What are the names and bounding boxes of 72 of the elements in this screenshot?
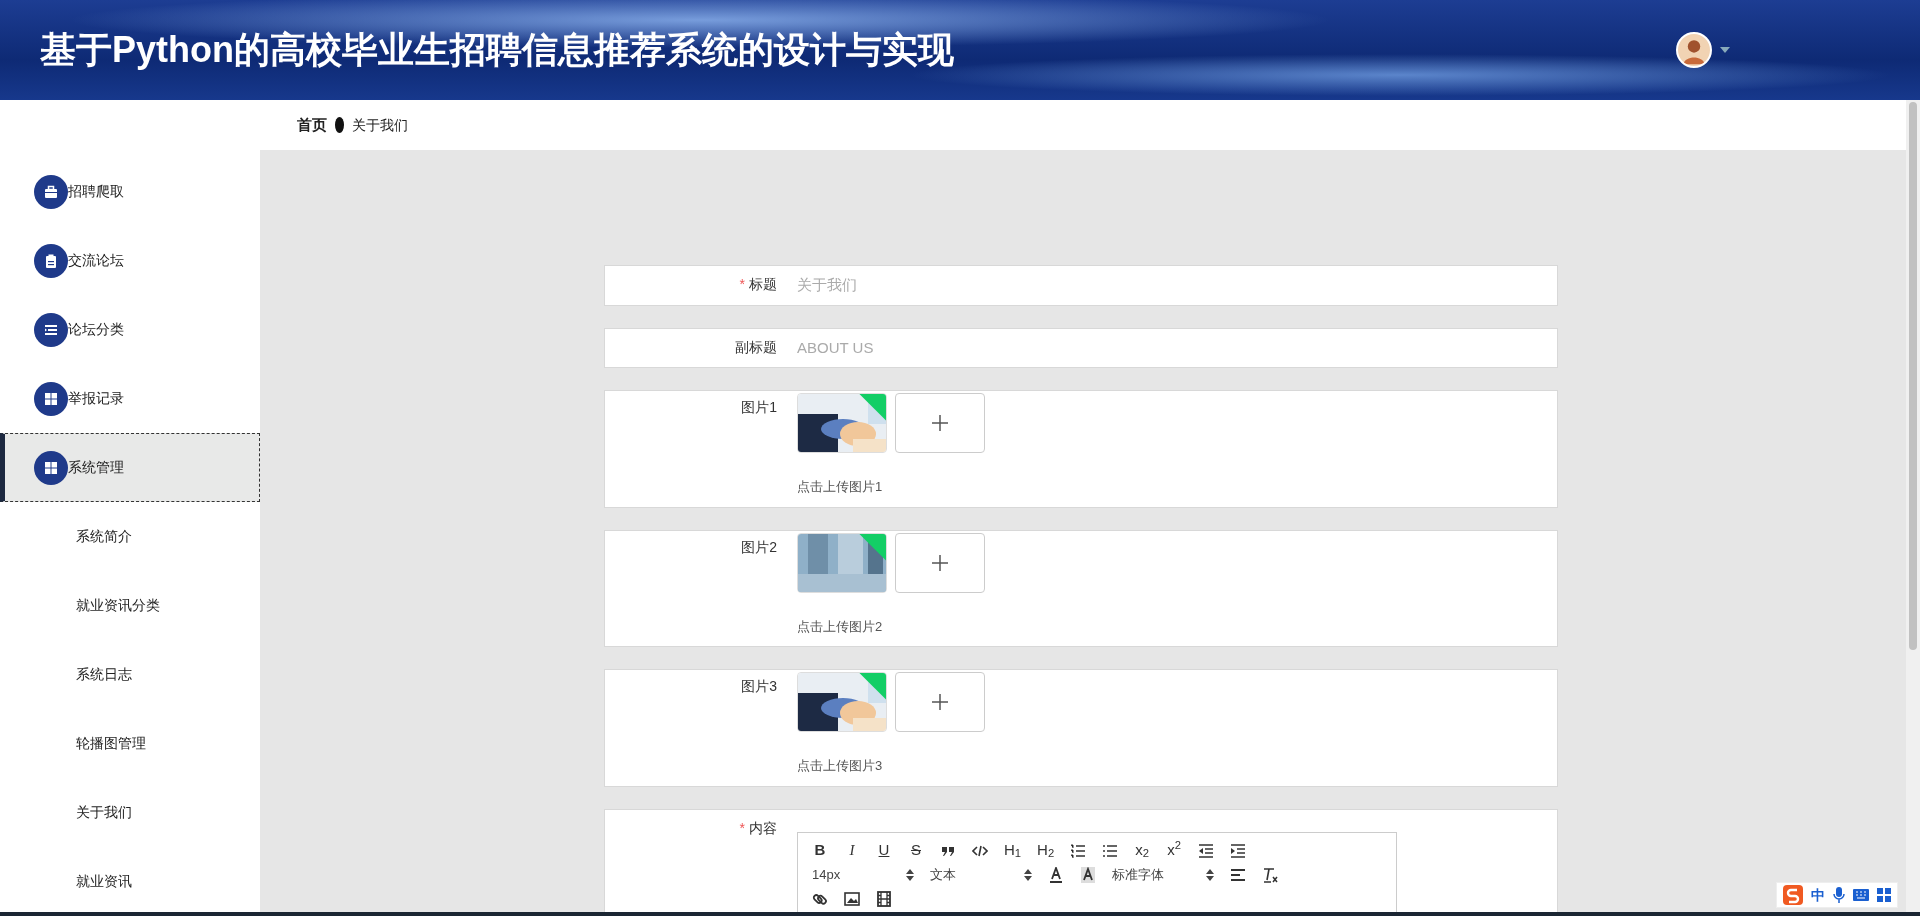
breadcrumb-link[interactable]: 首页 [297,113,327,137]
field-label: 标题 [749,276,777,292]
scrollbar-thumb[interactable] [1909,102,1917,650]
bullet-list-icon [1102,842,1119,859]
breadcrumb-link[interactable]: 关于我们 [352,114,408,136]
separator-icon [335,117,344,133]
field-label: 副标题 [735,338,777,355]
plus-icon [931,414,949,432]
plus-icon [931,553,949,572]
image-icon [844,890,860,907]
toolbar-button[interactable]: U [872,839,896,862]
field-label: 图片3 [741,678,777,694]
app-title: 基于Python的高校毕业生招聘信息推荐系统的设计与实现 [40,28,954,72]
font-color-icon [1049,866,1063,883]
sidebar-item[interactable]: 招聘爬取 [0,157,260,226]
toolbar-button[interactable]: H$_{2}$ [1033,839,1059,862]
input-field[interactable]: 副标题 ABOUT US [604,327,1558,368]
input-field[interactable]: * 标题 关于我们 [604,265,1558,306]
toolbar-button[interactable]: S [904,839,928,862]
grid-icon [43,459,59,476]
outdent-icon [1198,842,1215,859]
sidebar-subitem[interactable]: 系统日志 [0,640,260,709]
caret-icon[interactable] [1720,47,1730,53]
microphone-icon[interactable] [1833,887,1845,903]
sort-icon [906,868,914,881]
sidebar-label: 论坛分类 [68,320,124,339]
ordered-list-icon [1070,842,1087,859]
required-mark: * [739,276,745,292]
input-mode-label[interactable]: 中 [1811,884,1825,906]
keyboard-icon[interactable] [1853,889,1869,901]
upload-hint: 点击上传图片2 [797,617,884,636]
font-select[interactable]: 14px [808,863,918,886]
toolbar-button[interactable]: H$_{1}$ [1000,839,1026,862]
sidebar-label: 交流论坛 [68,251,124,270]
clipboard-icon [43,252,59,269]
upload-hint: 点击上传图片1 [797,478,884,496]
sidebar-label: 举报记录 [68,389,124,408]
clear-format-icon [1262,866,1278,883]
toolbar-button[interactable]: x$_{2}$ [1130,839,1155,862]
grid-icon[interactable] [1877,888,1891,902]
sidebar-item[interactable]: 交流论坛 [0,226,260,295]
toolbar-button[interactable]: I [840,839,864,862]
briefcase-icon [43,183,59,200]
plus-icon [931,693,949,711]
required-mark: * [739,819,745,836]
sidebar-label: 招聘爬取 [68,182,124,201]
sidebar-subitem[interactable]: 就业资讯分类 [0,571,260,640]
sidebar-subitem[interactable]: 就业资讯 [0,847,260,916]
toolbar-button[interactable]: x$^{2}$ [1162,839,1187,862]
font-select[interactable]: 标准字体 [1108,863,1218,886]
film-icon [876,890,892,907]
sort-icon [1206,868,1214,881]
sidebar-item[interactable]: 论坛分类 [0,295,260,364]
sidebar-subitem[interactable]: 轮播图管理 [0,709,260,778]
align-icon [1230,866,1246,883]
sort-icon [1024,868,1032,881]
ime-logo-icon [1783,885,1803,905]
indent-icon [1230,842,1247,859]
highlight-icon [1081,866,1095,883]
avatar[interactable] [1676,32,1712,68]
field-label: 图片2 [741,538,777,555]
sidebar-subitem[interactable]: 关于我们 [0,778,260,847]
upload-hint: 点击上传图片3 [797,757,884,775]
font-select[interactable]: 文本 [926,863,1036,886]
field-label: 内容 [749,819,777,836]
sidebar-item[interactable]: 举报记录 [0,364,260,433]
sidebar-label: 系统管理 [68,458,124,477]
field-label: 图片1 [741,399,777,415]
toolbar-button[interactable]: B [808,839,832,862]
sidebar-item[interactable]: 系统管理 [0,433,260,502]
sidebar-subitem[interactable]: 系统简介 [0,502,260,571]
grid-icon [43,390,59,407]
